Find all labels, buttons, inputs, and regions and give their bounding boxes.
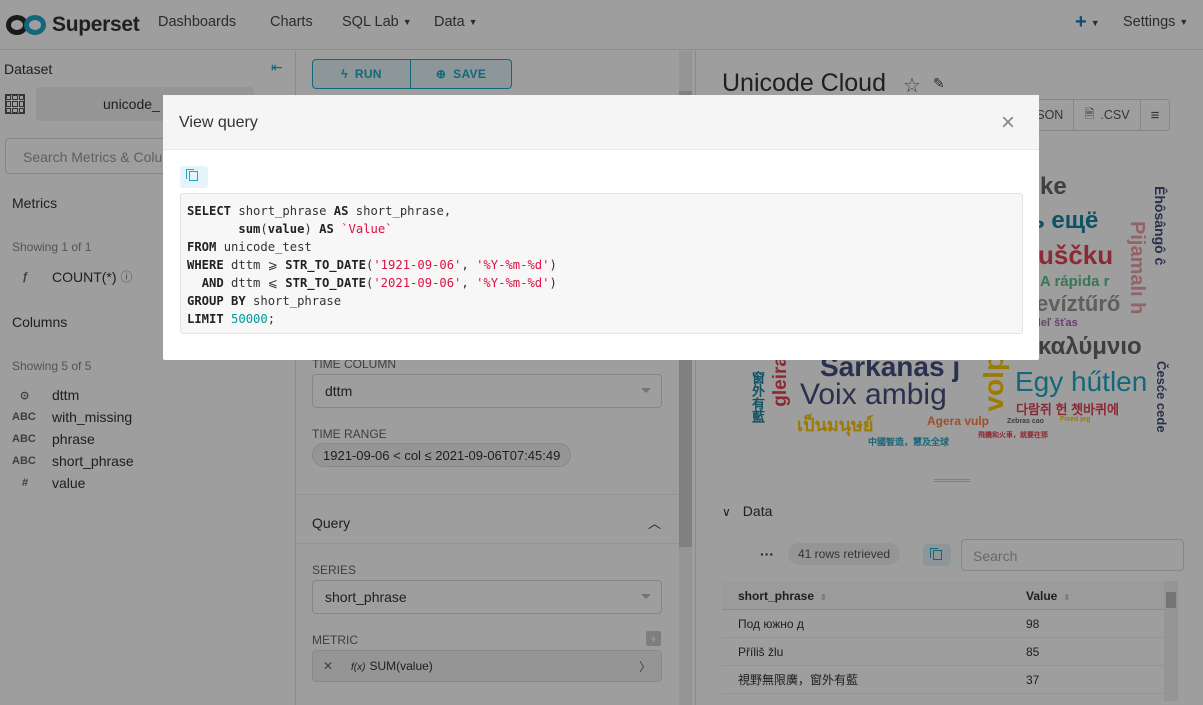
sql-token: short_phrase (245, 294, 342, 308)
close-icon[interactable]: × (1001, 109, 1015, 137)
sql-token: AND (201, 276, 224, 290)
sql-token: AS (319, 222, 334, 236)
sql-token: 50000 (231, 312, 268, 326)
sql-code-block: SELECT short_phrase AS short_phrase, sum… (180, 193, 1023, 334)
sql-token: ) (304, 222, 320, 236)
sql-token: short_phrase, (348, 204, 452, 218)
sql-token: GROUP BY (187, 294, 246, 308)
sql-token: short_phrase (231, 204, 334, 218)
sql-token: , (461, 258, 477, 272)
copy-icon (186, 169, 198, 181)
sql-token: ( (260, 222, 268, 236)
view-query-modal: View query × SELECT short_phrase AS shor… (163, 95, 1039, 360)
sql-token: , (461, 276, 477, 290)
sql-token: unicode_test (216, 240, 312, 254)
sql-token: STR_TO_DATE (285, 258, 366, 272)
copy-query-button[interactable] (180, 166, 208, 188)
modal-header: View query × (163, 95, 1039, 150)
sql-token: dttm ⩽ (223, 276, 286, 290)
sql-token: ; (267, 312, 276, 326)
sql-token: sum (238, 222, 261, 236)
sql-token: STR_TO_DATE (285, 276, 366, 290)
sql-token: SELECT (187, 204, 232, 218)
sql-token: '%Y-%m-%d' (476, 276, 550, 290)
sql-token: dttm ⩾ (223, 258, 286, 272)
sql-token: '2021-09-06' (373, 276, 462, 290)
sql-token: AS (333, 204, 349, 218)
sql-token: ) (549, 258, 557, 272)
sql-token: WHERE (187, 258, 224, 272)
sql-token: `Value` (341, 222, 393, 236)
sql-token: FROM (187, 240, 217, 254)
sql-token: LIMIT (187, 312, 224, 326)
modal-title: View query (179, 114, 258, 131)
sql-token: '1921-09-06' (373, 258, 462, 272)
sql-token: '%Y-%m-%d' (476, 258, 550, 272)
sql-token: ) (549, 276, 557, 290)
sql-token: value (267, 222, 305, 236)
